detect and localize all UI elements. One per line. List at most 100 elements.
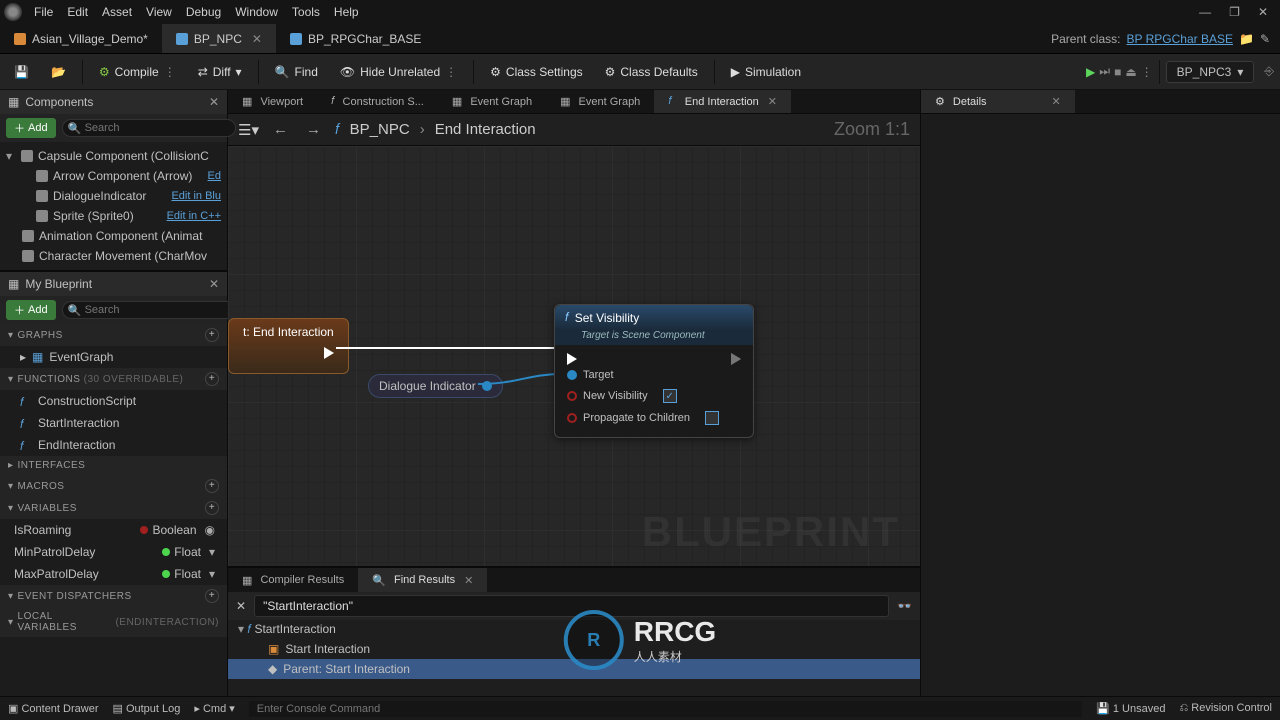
- tree-row-animcomp[interactable]: Animation Component (Animat: [0, 226, 227, 246]
- maximize-icon[interactable]: ❐: [1229, 5, 1240, 19]
- tab-details[interactable]: ⚙ Details✕: [921, 90, 1075, 113]
- browse-button[interactable]: 📂: [43, 61, 74, 83]
- target-pin[interactable]: [567, 370, 577, 380]
- variables-header[interactable]: ▾VARIABLES+: [0, 497, 227, 519]
- tab-construction[interactable]: 𝑓 Construction S...: [317, 90, 438, 113]
- close-tab-icon[interactable]: ✕: [768, 95, 777, 108]
- locate-icon[interactable]: ⎆: [1264, 64, 1274, 79]
- tab-eventgraph-1[interactable]: ▦ Event Graph: [438, 90, 546, 113]
- component-search-input[interactable]: [62, 119, 236, 137]
- nav-forward-button[interactable]: →: [302, 119, 325, 140]
- menu-debug[interactable]: Debug: [186, 5, 221, 19]
- menu-asset[interactable]: Asset: [102, 5, 132, 19]
- doc-tab-rpgchar[interactable]: BP_RPGChar_BASE: [276, 24, 435, 53]
- close-tab-icon[interactable]: ✕: [464, 574, 473, 587]
- output-log-button[interactable]: ▤ Output Log: [113, 702, 181, 715]
- menu-edit[interactable]: Edit: [67, 5, 88, 19]
- exec-out-pin[interactable]: [324, 347, 334, 359]
- browse-icon[interactable]: 📁: [1239, 32, 1254, 46]
- add-var-icon[interactable]: +: [205, 501, 219, 515]
- tree-row-dialogue-indicator[interactable]: DialogueIndicatorEdit in Blu: [0, 186, 227, 206]
- minimize-icon[interactable]: —: [1199, 5, 1211, 19]
- dispatchers-header[interactable]: ▾EVENT DISPATCHERS+: [0, 585, 227, 607]
- result-row[interactable]: ▣Start Interaction: [228, 639, 920, 659]
- menu-help[interactable]: Help: [334, 5, 359, 19]
- close-icon[interactable]: ✕: [1258, 5, 1268, 19]
- save-button[interactable]: 💾: [6, 61, 37, 83]
- result-row[interactable]: StartInteraction: [254, 622, 335, 636]
- menu-file[interactable]: File: [34, 5, 53, 19]
- tab-viewport[interactable]: ▦ Viewport: [228, 90, 317, 113]
- tab-eventgraph-2[interactable]: ▦ Event Graph: [546, 90, 654, 113]
- binoculars-icon[interactable]: 👓: [897, 599, 912, 613]
- function-start-interaction[interactable]: 𝑓StartInteraction: [0, 412, 227, 434]
- tab-find-results[interactable]: 🔍 Find Results✕: [358, 568, 487, 592]
- stop-icon[interactable]: ■: [1114, 65, 1121, 79]
- tree-row-charmove[interactable]: Character Movement (CharMov: [0, 246, 227, 266]
- play-icon[interactable]: ▶: [1086, 65, 1095, 79]
- nav-menu-icon[interactable]: ☰▾: [238, 121, 259, 139]
- tree-row-arrow[interactable]: Arrow Component (Arrow)Ed: [0, 166, 227, 186]
- newvis-checkbox[interactable]: ✓: [663, 389, 677, 403]
- eye-icon[interactable]: ◉: [205, 523, 215, 537]
- exec-out-pin[interactable]: [731, 353, 741, 365]
- find-results-input[interactable]: [254, 595, 889, 617]
- functions-header[interactable]: ▾FUNCTIONS (30 OVERRIDABLE)+: [0, 368, 227, 390]
- exec-in-pin[interactable]: [567, 353, 577, 365]
- play-opts-icon[interactable]: ⋮: [1141, 65, 1153, 79]
- diff-button[interactable]: ⇄Diff▾: [190, 61, 250, 83]
- edit-icon[interactable]: ✎: [1260, 32, 1270, 46]
- function-construction[interactable]: 𝑓ConstructionScript: [0, 390, 227, 412]
- graphs-header[interactable]: ▾GRAPHS+: [0, 324, 227, 346]
- revision-control-button[interactable]: ⎌ Revision Control: [1179, 702, 1272, 715]
- newvis-pin[interactable]: [567, 391, 577, 401]
- result-row-selected[interactable]: ◆Parent: Start Interaction: [228, 659, 920, 679]
- localvars-header[interactable]: ▾LOCAL VARIABLES (ENDINTERACTION): [0, 607, 227, 637]
- node-dialogue-indicator-var[interactable]: Dialogue Indicator: [368, 374, 503, 398]
- unsaved-status[interactable]: 💾 1 Unsaved: [1096, 702, 1165, 715]
- breadcrumb-leaf[interactable]: End Interaction: [435, 121, 536, 138]
- step-icon[interactable]: ⏭: [1099, 64, 1110, 79]
- parent-class-link[interactable]: BP RPGChar BASE: [1126, 32, 1233, 46]
- macros-header[interactable]: ▾MACROS+: [0, 475, 227, 497]
- var-minpatrol[interactable]: MinPatrolDelayFloat▾: [0, 541, 227, 563]
- tab-compiler-results[interactable]: ▦ Compiler Results: [228, 568, 358, 592]
- menu-window[interactable]: Window: [235, 5, 278, 19]
- close-tab-icon[interactable]: ✕: [252, 32, 262, 46]
- menu-view[interactable]: View: [146, 5, 172, 19]
- add-dispatcher-icon[interactable]: +: [205, 589, 219, 603]
- compile-button[interactable]: ⚙Compile⋮: [91, 61, 184, 83]
- close-panel-icon[interactable]: ✕: [209, 95, 219, 109]
- interfaces-header[interactable]: ▸INTERFACES: [0, 456, 227, 475]
- find-button[interactable]: 🔍Find: [267, 61, 326, 83]
- propagate-pin[interactable]: [567, 413, 577, 423]
- node-end-interaction-event[interactable]: t: End Interaction: [228, 318, 349, 374]
- doc-tab-bp-npc[interactable]: BP_NPC ✕: [162, 24, 276, 53]
- propagate-checkbox[interactable]: ✓: [705, 411, 719, 425]
- var-maxpatrol[interactable]: MaxPatrolDelayFloat▾: [0, 563, 227, 585]
- menu-tools[interactable]: Tools: [292, 5, 320, 19]
- hide-unrelated-button[interactable]: 👁Hide Unrelated⋮: [332, 61, 465, 83]
- close-panel-icon[interactable]: ✕: [209, 277, 219, 291]
- event-graph-item[interactable]: ▸▦EventGraph: [0, 346, 227, 368]
- my-blueprint-panel-tab[interactable]: ▦ My Blueprint ✕: [0, 272, 227, 296]
- add-graph-icon[interactable]: +: [205, 328, 219, 342]
- function-end-interaction[interactable]: 𝑓EndInteraction: [0, 434, 227, 456]
- mb-search-input[interactable]: [62, 301, 236, 319]
- class-settings-button[interactable]: ⚙Class Settings: [482, 61, 590, 83]
- components-panel-tab[interactable]: ▦ Components ✕: [0, 90, 227, 114]
- add-component-button[interactable]: ＋Add: [6, 118, 56, 138]
- nav-back-button[interactable]: ←: [269, 119, 292, 140]
- clear-search-icon[interactable]: ✕: [236, 599, 246, 613]
- content-drawer-button[interactable]: ▣ Content Drawer: [8, 702, 99, 715]
- add-macro-icon[interactable]: +: [205, 479, 219, 493]
- cmd-dropdown[interactable]: ▸ Cmd ▾: [194, 702, 234, 715]
- simulation-button[interactable]: ▶Simulation: [723, 61, 809, 83]
- node-set-visibility[interactable]: 𝑓Set Visibility Target is Scene Componen…: [554, 304, 754, 438]
- tab-end-interaction[interactable]: 𝑓 End Interaction✕: [654, 90, 791, 113]
- tree-row-sprite[interactable]: Sprite (Sprite0)Edit in C++: [0, 206, 227, 226]
- graph-canvas[interactable]: BLUEPRINT t: End Interaction Dialogue In…: [228, 146, 920, 566]
- var-out-pin[interactable]: [482, 381, 492, 391]
- breadcrumb-root[interactable]: BP_NPC: [350, 121, 410, 138]
- var-isroaming[interactable]: IsRoamingBoolean◉: [0, 519, 227, 541]
